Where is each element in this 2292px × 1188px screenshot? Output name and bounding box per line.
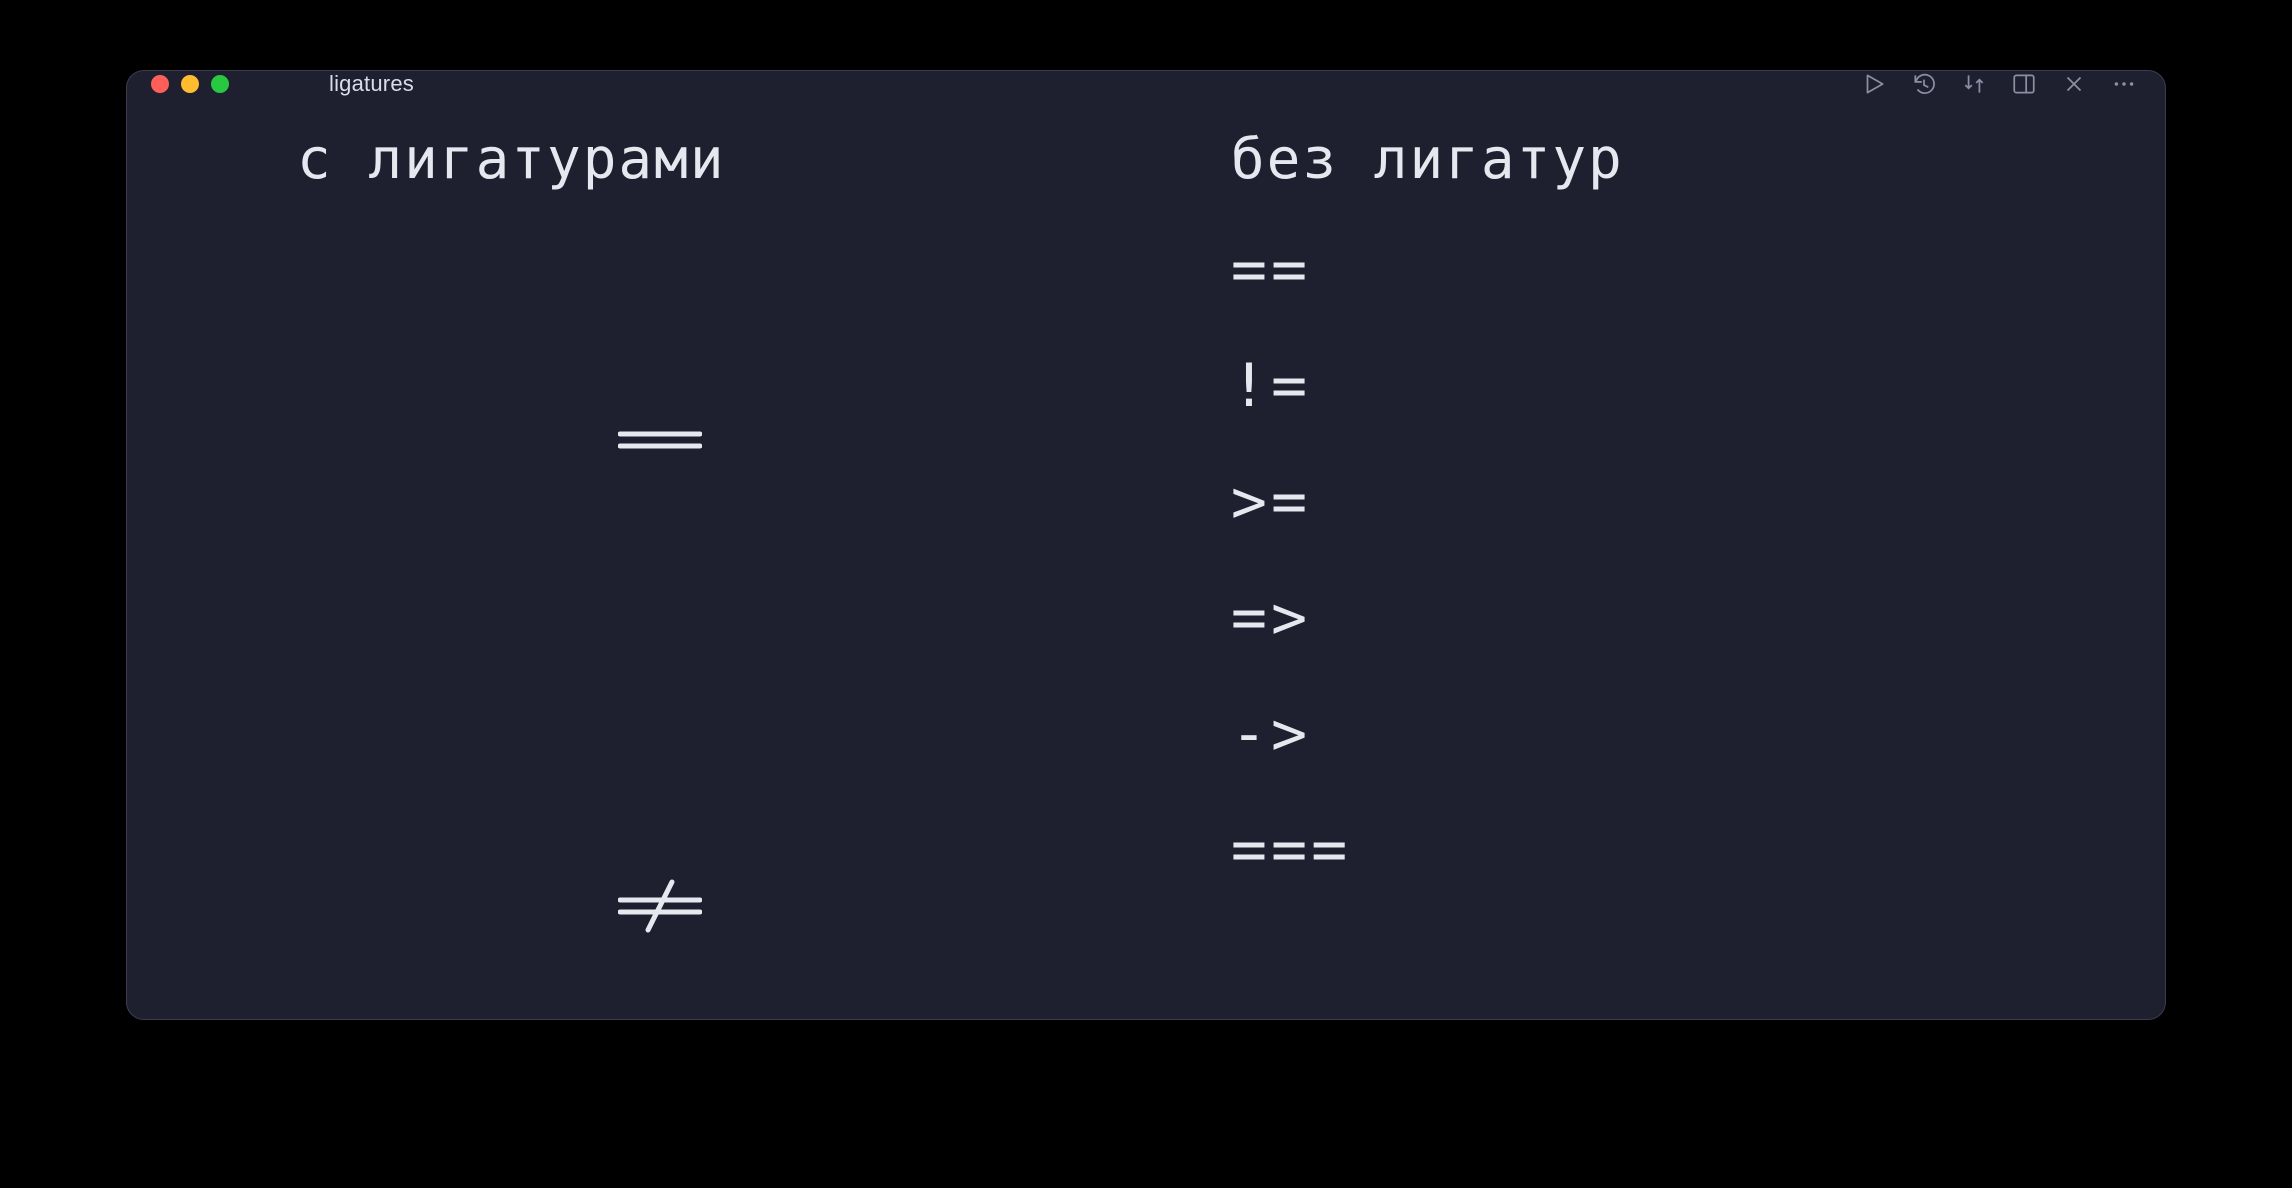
titlebar: ligatures [127, 71, 2165, 97]
history-icon[interactable] [1911, 71, 1937, 97]
run-icon[interactable] [1861, 71, 1887, 97]
minimize-window-button[interactable] [181, 75, 199, 93]
more-icon[interactable] [2111, 71, 2137, 97]
raw-triple-equals: === [1231, 820, 1995, 880]
with-ligatures-column: с лигатурами [297, 127, 1231, 1020]
close-icon[interactable] [2061, 71, 2087, 97]
without-ligatures-column: без лигатур == != >= => -> === [1231, 127, 1995, 1020]
compare-icon[interactable] [1961, 71, 1987, 97]
with-ligatures-header: с лигатурами [297, 127, 1231, 192]
raw-fat-arrow: => [1231, 588, 1995, 648]
close-window-button[interactable] [151, 75, 169, 93]
editor-window: ligatures с лигатурами [126, 70, 2166, 1020]
raw-thin-arrow: -> [1231, 704, 1995, 764]
raw-not-equals: != [1231, 356, 1995, 416]
split-layout-icon[interactable] [2011, 71, 2037, 97]
ligature-double-equals [297, 240, 1231, 640]
without-ligatures-header: без лигатур [1231, 127, 1995, 192]
toolbar-right [1861, 71, 2137, 97]
raw-greater-equals: >= [1231, 472, 1995, 532]
ligature-not-equals [297, 696, 1231, 1020]
window-controls [151, 75, 229, 93]
tab-title[interactable]: ligatures [329, 71, 414, 97]
editor-body: с лигатурами [127, 97, 2165, 1020]
raw-double-equals: == [1231, 240, 1995, 300]
maximize-window-button[interactable] [211, 75, 229, 93]
